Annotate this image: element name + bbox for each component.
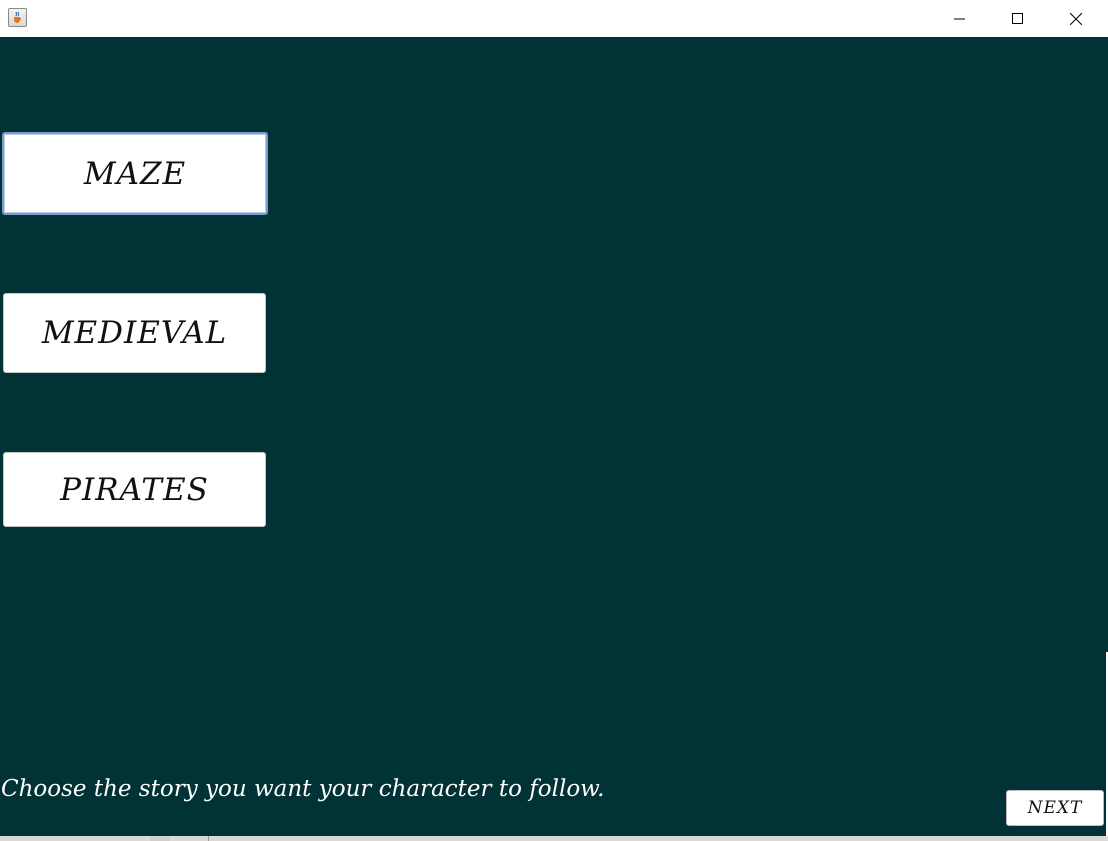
- next-button[interactable]: NEXT: [1006, 790, 1104, 826]
- maze-button-label: MAZE: [83, 155, 187, 192]
- maximize-button[interactable]: [989, 0, 1047, 37]
- medieval-button[interactable]: MEDIEVAL: [3, 293, 266, 373]
- strip-divider: [208, 836, 209, 841]
- next-button-label: NEXT: [1027, 798, 1083, 818]
- app-window: MAZE MEDIEVAL PIRATES Choose the story y…: [0, 0, 1108, 841]
- title-bar: [0, 0, 1108, 37]
- minimize-button[interactable]: [931, 0, 989, 37]
- background-window-strip: [0, 836, 1108, 841]
- pirates-button[interactable]: PIRATES: [3, 452, 266, 527]
- close-button[interactable]: [1047, 0, 1105, 37]
- java-cup-icon[interactable]: [8, 8, 27, 27]
- medieval-button-label: MEDIEVAL: [41, 315, 228, 351]
- maze-button[interactable]: MAZE: [2, 132, 268, 215]
- minimize-icon: [954, 18, 965, 19]
- maximize-icon: [1012, 12, 1023, 24]
- close-icon: [1070, 12, 1082, 25]
- story-selection-panel: MAZE MEDIEVAL PIRATES Choose the story y…: [0, 37, 1108, 841]
- instruction-text: Choose the story you want your character…: [1, 776, 605, 802]
- strip-segment: [150, 836, 170, 841]
- pirates-button-label: PIRATES: [60, 471, 209, 508]
